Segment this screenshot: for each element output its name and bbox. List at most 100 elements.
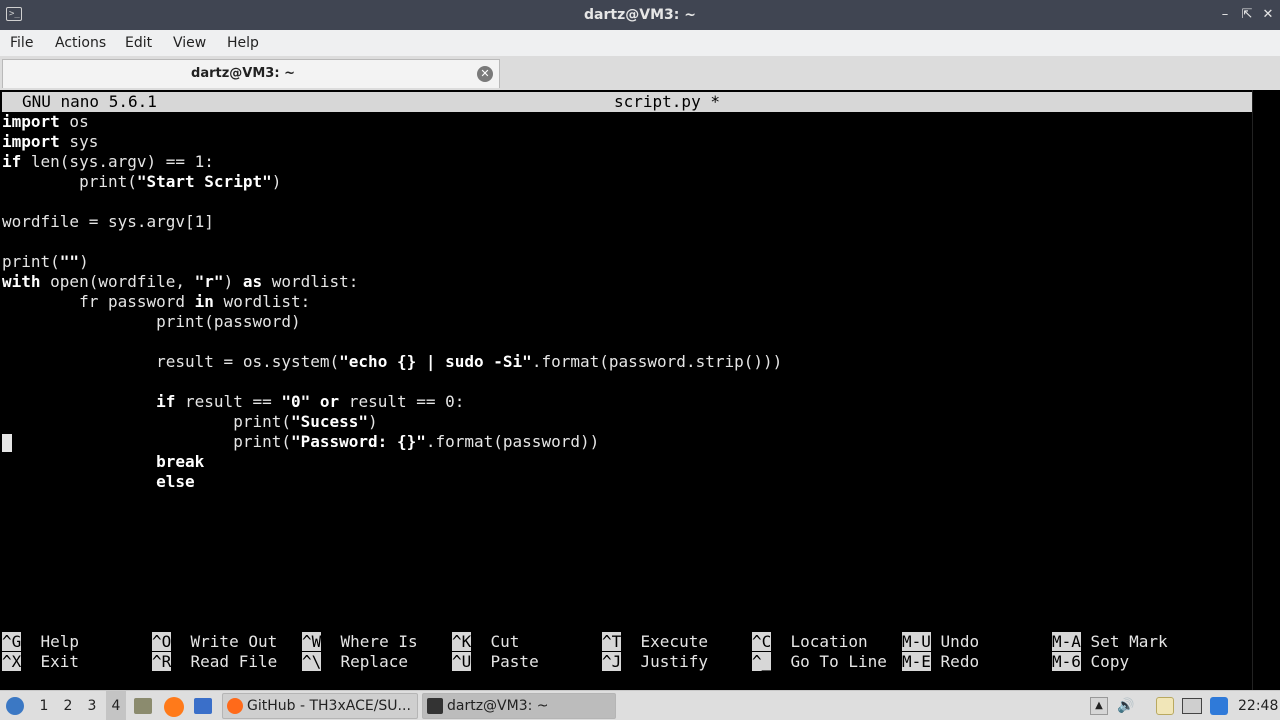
start-menu-icon[interactable] xyxy=(6,697,24,715)
code-line[interactable]: else xyxy=(2,472,1252,492)
code-line[interactable]: print("") xyxy=(2,252,1252,272)
terminal-window-icon xyxy=(427,698,443,714)
window-title: dartz@VM3: ~ xyxy=(584,7,696,23)
tab-terminal[interactable]: dartz@VM3: ~ ✕ xyxy=(2,59,500,88)
code-token: wordfile = sys.argv[1] xyxy=(2,212,214,231)
shortcut-key: ^U xyxy=(452,652,472,671)
tray-arrow-icon[interactable]: ▲ xyxy=(1090,697,1108,715)
desktop-1[interactable]: 1 xyxy=(34,691,54,720)
show-desktop-icon[interactable] xyxy=(194,698,212,714)
code-line[interactable] xyxy=(2,372,1252,392)
code-token: ) xyxy=(223,272,243,291)
nano-version: GNU nano 5.6.1 xyxy=(22,92,157,111)
desktop-4[interactable]: 4 xyxy=(106,691,126,720)
minimize-icon[interactable]: – xyxy=(1216,5,1234,25)
code-token: "0" xyxy=(281,392,311,411)
desktop-2[interactable]: 2 xyxy=(58,691,78,720)
code-line[interactable]: print(password) xyxy=(2,312,1252,332)
tab-label: dartz@VM3: ~ xyxy=(191,66,295,81)
clipboard-icon[interactable] xyxy=(1156,697,1174,715)
menu-edit[interactable]: Edit xyxy=(125,30,152,56)
shortcut-key: M-A xyxy=(1052,632,1081,651)
volume-icon[interactable]: 🔊 xyxy=(1116,691,1136,720)
shortcut-copy: M-6 Copy xyxy=(1052,652,1129,672)
code-editor[interactable]: import os import sys if len(sys.argv) == 1… xyxy=(2,112,1252,592)
menu-bar: File Actions Edit View Help xyxy=(0,30,1280,56)
code-token: "Password: {}" xyxy=(290,432,426,451)
shortcut-where-is: ^W Where Is xyxy=(302,632,418,652)
code-line[interactable]: with open(wordfile, "r") as wordlist: xyxy=(2,272,1252,292)
code-line[interactable]: print("Start Script") xyxy=(2,172,1252,192)
desktop-3[interactable]: 3 xyxy=(82,691,102,720)
shortcut-replace: ^\ Replace xyxy=(302,652,408,672)
shortcut-key: M-6 xyxy=(1052,652,1081,671)
code-line[interactable] xyxy=(2,232,1252,252)
shortcut-key: ^W xyxy=(302,632,322,651)
shortcut-undo: M-U Undo xyxy=(902,632,979,652)
shortcut-key: ^T xyxy=(602,632,622,651)
code-line[interactable]: import os xyxy=(2,112,1252,132)
shortcut-paste: ^U Paste xyxy=(452,652,539,672)
code-token: sys xyxy=(59,132,99,151)
code-line[interactable] xyxy=(2,192,1252,212)
code-line[interactable]: print("Sucess") xyxy=(2,412,1252,432)
code-line[interactable] xyxy=(2,332,1252,352)
code-token: ) xyxy=(368,412,378,431)
tab-close-icon[interactable]: ✕ xyxy=(477,66,493,82)
code-token: .format(password.strip())) xyxy=(531,352,783,371)
menu-file[interactable]: File xyxy=(10,30,33,56)
terminal-scrollbar[interactable] xyxy=(1252,90,1280,690)
shortcut-label: Execute xyxy=(640,632,708,651)
code-line[interactable]: print("Password: {}".format(password)) xyxy=(2,432,1252,452)
code-token: "Start Script" xyxy=(136,172,272,191)
shortcut-label: Write Out xyxy=(190,632,278,651)
code-line[interactable]: import sys xyxy=(2,132,1252,152)
shortcut-label: Replace xyxy=(340,652,408,671)
shortcut-key: ^R xyxy=(152,652,172,671)
maximize-icon[interactable]: ⇱ xyxy=(1238,5,1256,25)
shortcut-redo: M-E Redo xyxy=(902,652,979,672)
shortcut-label: Where Is xyxy=(340,632,418,651)
code-line[interactable]: if len(sys.argv) == 1: xyxy=(2,152,1252,172)
code-line[interactable]: if result == "0" or result == 0: xyxy=(2,392,1252,412)
code-token: in xyxy=(194,292,214,311)
menu-actions[interactable]: Actions xyxy=(55,30,106,56)
code-line[interactable]: break xyxy=(2,452,1252,472)
code-token: .format(password)) xyxy=(425,432,600,451)
shortcut-label: Exit xyxy=(40,652,80,671)
shortcut-label: Go To Line xyxy=(790,652,887,671)
shortcut-justify: ^J Justify xyxy=(602,652,708,672)
shortcut-key: ^C xyxy=(752,632,772,651)
code-token: result = os.system( xyxy=(2,352,340,371)
code-token: "echo {} | sudo -Si" xyxy=(339,352,532,371)
code-line[interactable]: wordfile = sys.argv[1] xyxy=(2,212,1252,232)
shortcut-label: Set Mark xyxy=(1090,632,1168,651)
shortcut-key: M-U xyxy=(902,632,931,651)
code-token: "" xyxy=(59,252,80,271)
shortcut-key: ^_ xyxy=(752,652,772,671)
taskbar-window-github[interactable]: GitHub - TH3xACE/SU... xyxy=(222,693,418,719)
network-icon[interactable] xyxy=(1182,698,1202,714)
code-token: break xyxy=(156,452,205,471)
firefox-icon[interactable] xyxy=(164,697,184,717)
close-icon[interactable]: ✕ xyxy=(1259,5,1277,25)
code-line[interactable]: fr password in wordlist: xyxy=(2,292,1252,312)
taskbar-window-github-label: GitHub - TH3xACE/SU... xyxy=(247,698,411,714)
code-line[interactable]: result = os.system("echo {} | sudo -Si".… xyxy=(2,352,1252,372)
file-manager-icon[interactable] xyxy=(134,698,152,714)
menu-view[interactable]: View xyxy=(173,30,206,56)
shortcut-key: M-E xyxy=(902,652,931,671)
terminal-view[interactable]: GNU nano 5.6.1 script.py * import os impo… xyxy=(0,90,1280,690)
taskbar: 1 2 3 4 GitHub - TH3xACE/SU... dartz@VM3… xyxy=(0,690,1280,720)
updates-icon[interactable] xyxy=(1210,697,1228,715)
menu-help[interactable]: Help xyxy=(227,30,259,56)
code-token: wordlist: xyxy=(213,292,311,311)
taskbar-window-terminal[interactable]: dartz@VM3: ~ xyxy=(422,693,616,719)
shortcut-cut: ^K Cut xyxy=(452,632,519,652)
code-token: or xyxy=(319,392,340,411)
shortcut-label: Justify xyxy=(640,652,708,671)
code-token: ) xyxy=(79,252,89,271)
